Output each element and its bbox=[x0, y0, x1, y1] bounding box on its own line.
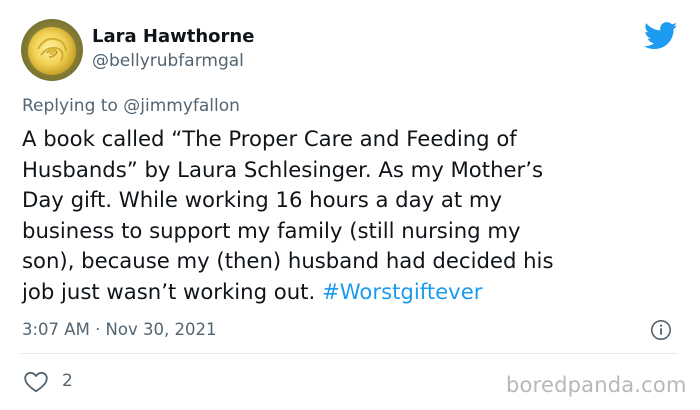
boredpanda-watermark: boredpanda.com bbox=[506, 373, 687, 397]
tweet-text-line: job just wasn’t working out. bbox=[22, 278, 322, 304]
display-name[interactable]: Lara Hawthorne bbox=[92, 26, 254, 47]
tweet-text-line: A book called “The Proper Care and Feedi… bbox=[22, 126, 517, 151]
divider bbox=[20, 353, 678, 354]
tweet-text-last-line: job just wasn’t working out. #Worstgifte… bbox=[22, 277, 682, 308]
replying-to-line: Replying to @jimmyfallon bbox=[22, 96, 240, 116]
reply-mention-link[interactable]: @jimmyfallon bbox=[123, 96, 240, 116]
info-icon[interactable] bbox=[650, 319, 672, 341]
tweet-text-line: Husbands” by Laura Schlesinger. As my Mo… bbox=[22, 156, 544, 182]
yellow-rose-avatar-image bbox=[21, 19, 83, 81]
replying-to-label: Replying to bbox=[22, 96, 124, 116]
tweet-text-line: Day gift. While working 16 hours a day a… bbox=[22, 187, 503, 212]
tweet-text-line: business to support my family (still nur… bbox=[22, 217, 521, 243]
tweet-text: A book called “The Proper Care and Feedi… bbox=[22, 124, 682, 307]
tweet-card: Lara Hawthorne @bellyrubfarmgal Replying… bbox=[0, 0, 700, 410]
hashtag-link[interactable]: #Worstgiftever bbox=[322, 279, 483, 304]
twitter-bird-icon[interactable] bbox=[644, 22, 678, 50]
user-handle[interactable]: @bellyrubfarmgal bbox=[92, 51, 244, 71]
heart-icon[interactable] bbox=[23, 370, 49, 394]
tweet-timestamp[interactable]: 3:07 AM · Nov 30, 2021 bbox=[22, 320, 216, 339]
tweet-text-line: son), because my (then) husband had deci… bbox=[22, 248, 554, 273]
like-count: 2 bbox=[62, 371, 73, 391]
avatar[interactable] bbox=[21, 19, 83, 81]
